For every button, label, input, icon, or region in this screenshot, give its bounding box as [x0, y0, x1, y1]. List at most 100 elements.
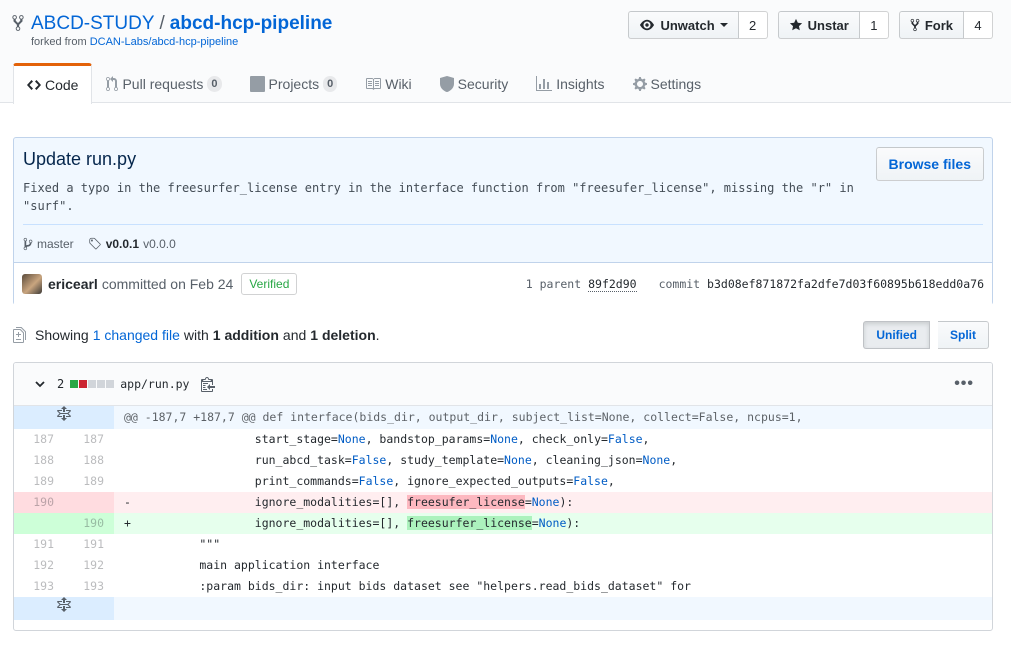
- old-line-number[interactable]: 192: [14, 555, 64, 576]
- split-view-button[interactable]: Split: [938, 321, 989, 349]
- browse-files-button[interactable]: Browse files: [875, 147, 984, 181]
- unwatch-button[interactable]: Unwatch: [628, 11, 739, 39]
- diff-line-code: :param bids_dir: input bids dataset see …: [114, 576, 992, 597]
- tab-wiki[interactable]: Wiki: [351, 63, 425, 103]
- tab-security[interactable]: Security: [426, 63, 523, 103]
- tag-name[interactable]: v0.0.1: [106, 237, 139, 251]
- commit-sha-block: 1 parent 89f2d90 commit b3d08ef871872fa2…: [525, 277, 984, 292]
- diff-line-row: 192 192 main application interface: [14, 555, 992, 576]
- verified-badge[interactable]: Verified: [241, 273, 298, 295]
- old-line-number[interactable]: 193: [14, 576, 64, 597]
- repo-title: ABCD-STUDY / abcd-hcp-pipeline: [12, 13, 332, 35]
- fork-button[interactable]: Fork: [898, 11, 964, 39]
- tab-wiki-label: Wiki: [385, 75, 412, 92]
- diff-line-code: - ignore_modalities=[], freesufer_licens…: [114, 492, 992, 513]
- forked-from-link[interactable]: DCAN-Labs/abcd-hcp-pipeline: [90, 36, 239, 48]
- old-line-number[interactable]: [14, 513, 64, 534]
- unfold-icon[interactable]: [14, 597, 114, 620]
- forked-from: forked from DCAN-Labs/abcd-hcp-pipeline: [31, 36, 238, 48]
- repo-separator: /: [159, 13, 165, 34]
- tab-settings-label: Settings: [650, 75, 702, 92]
- file-path-link[interactable]: app/run.py: [120, 377, 189, 391]
- tab-settings[interactable]: Settings: [619, 63, 716, 103]
- stargazers-count[interactable]: 1: [859, 11, 889, 39]
- toc-end: .: [375, 327, 380, 343]
- diff-line-code: run_abcd_task=False, study_template=None…: [144, 453, 678, 467]
- eye-icon: [640, 19, 655, 31]
- graph-icon: [536, 75, 553, 92]
- old-line-number[interactable]: 191: [14, 534, 64, 555]
- diffstat-neutral-block: [88, 380, 97, 388]
- commit-title: Update run.py: [23, 149, 137, 169]
- diffstat-neutral-block: [97, 380, 106, 388]
- toc-showing: Showing: [35, 327, 89, 343]
- toc-deletions: 1 deletion: [310, 327, 376, 343]
- commit-author[interactable]: ericearl: [48, 276, 98, 292]
- tab-code-label: Code: [45, 77, 79, 93]
- diff-line-row: 189 189 print_commands=False, ignore_exp…: [14, 471, 992, 492]
- repo-header: ABCD-STUDY / abcd-hcp-pipeline forked fr…: [0, 0, 1011, 104]
- diff-line-row: 187 187 start_stage=None, bandstop_param…: [14, 429, 992, 450]
- new-line-number[interactable]: 187: [64, 429, 114, 450]
- chevron-down-icon[interactable]: [35, 379, 45, 389]
- watchers-count[interactable]: 2: [738, 11, 768, 39]
- repo-name-link[interactable]: abcd-hcp-pipeline: [170, 13, 333, 35]
- unfold-icon[interactable]: [14, 406, 114, 429]
- tab-projects[interactable]: Projects 0: [236, 63, 352, 103]
- new-line-number[interactable]: 189: [64, 471, 114, 492]
- commit-description: Fixed a typo in the freesurfer_license e…: [23, 181, 854, 213]
- old-line-number[interactable]: 187: [14, 429, 64, 450]
- project-icon: [249, 75, 265, 92]
- forks-count[interactable]: 4: [964, 11, 993, 39]
- gear-icon: [632, 76, 647, 92]
- clippy-icon[interactable]: [201, 376, 216, 392]
- new-line-number[interactable]: 193: [64, 576, 114, 597]
- parent-sha-link[interactable]: 89f2d90: [588, 277, 637, 292]
- tab-code[interactable]: Code: [13, 63, 93, 104]
- branch-name[interactable]: master: [37, 237, 74, 251]
- diff-line-addition-row: 190 + ignore_modalities=[], freesurfer_l…: [14, 513, 992, 534]
- fork-label: Fork: [924, 17, 953, 33]
- commit-label: commit: [658, 277, 701, 291]
- old-line-number[interactable]: 189: [14, 471, 64, 492]
- new-line-number[interactable]: 191: [64, 534, 114, 555]
- commit-meta: ericearl committed on Feb 24 Verified 1 …: [14, 262, 992, 305]
- shield-icon: [439, 75, 454, 92]
- diffstat-neutral-block: [106, 380, 115, 388]
- hunk-footer-row: [14, 597, 992, 620]
- tag-name-secondary[interactable]: v0.0.0: [143, 237, 176, 251]
- new-line-number[interactable]: 188: [64, 450, 114, 471]
- new-line-number[interactable]: 190: [64, 513, 114, 534]
- parent-label: 1 parent: [525, 277, 582, 291]
- tab-security-label: Security: [457, 75, 509, 92]
- file-header: 2 app/run.py •••: [14, 363, 992, 406]
- new-line-number[interactable]: [64, 492, 114, 513]
- old-line-number[interactable]: 188: [14, 450, 64, 471]
- kebab-horizontal-icon[interactable]: •••: [954, 375, 974, 393]
- old-line-number[interactable]: 190: [14, 492, 64, 513]
- diff-toc-bar: Showing 1 changed file with 1 addition a…: [13, 320, 993, 350]
- diff-line-code: start_stage=None, bandstop_params=None, …: [144, 432, 650, 446]
- diffstat-deletion-block: [79, 380, 88, 388]
- avatar[interactable]: [22, 274, 42, 294]
- repo-forked-icon: [910, 18, 920, 32]
- tab-insights[interactable]: Insights: [522, 63, 618, 103]
- repo-owner-link[interactable]: ABCD-STUDY: [31, 13, 155, 35]
- commit-branches: master v0.0.1 v0.0.0: [23, 224, 983, 251]
- diffstat: [70, 380, 115, 388]
- pull-requests-count: 0: [207, 75, 222, 92]
- commit-box: Update run.py Fixed a typo in the freesu…: [13, 137, 993, 305]
- changed-files-link[interactable]: 1 changed file: [93, 327, 180, 343]
- unstar-button[interactable]: Unstar: [777, 11, 860, 39]
- toc-and: and: [282, 327, 307, 343]
- tab-pull-requests-label: Pull requests: [122, 75, 204, 92]
- fork-group: Fork 4: [898, 11, 993, 39]
- repo-forked-icon: [12, 15, 24, 31]
- projects-count: 0: [323, 75, 338, 92]
- unified-view-button[interactable]: Unified: [863, 321, 930, 349]
- tab-pull-requests[interactable]: Pull requests 0: [92, 63, 235, 103]
- git-pull-request-icon: [106, 75, 119, 92]
- file-diff: 2 app/run.py ••• @@ -187,7 +187,7 @@ def…: [13, 362, 993, 631]
- new-line-number[interactable]: 192: [64, 555, 114, 576]
- hunk-header-text: @@ -187,7 +187,7 @@ def interface(bids_d…: [114, 406, 992, 429]
